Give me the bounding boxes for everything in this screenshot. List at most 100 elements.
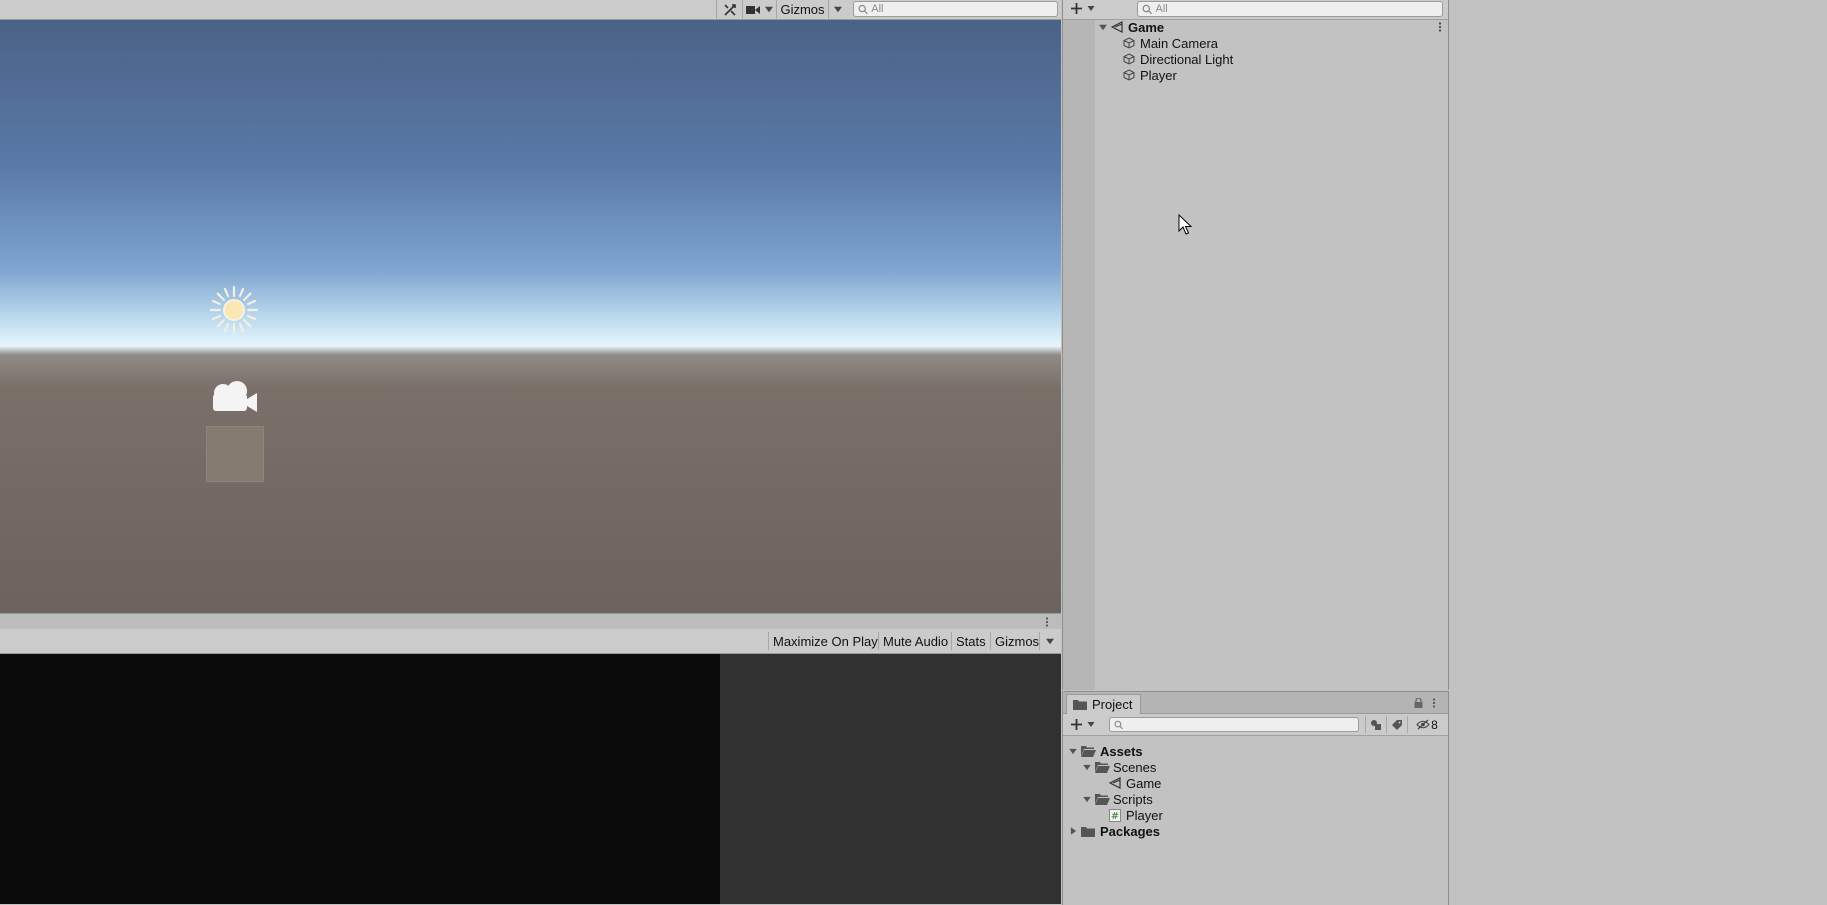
tree-label-scenes: Scenes [1113, 759, 1157, 775]
foldout-expanded-icon[interactable] [1099, 24, 1107, 30]
camera-icon [745, 5, 760, 14]
maximize-on-play-label: Maximize On Play [773, 633, 878, 649]
hierarchy-item-label: Main Camera [1140, 35, 1219, 51]
mute-audio-label: Mute Audio [883, 633, 949, 649]
project-tree-item-scene-game[interactable]: Game [1109, 775, 1161, 791]
kebab-menu-icon[interactable] [1438, 22, 1442, 32]
gameobject-cube-icon [1123, 37, 1135, 49]
hierarchy-search-field[interactable] [1137, 1, 1443, 17]
chevron-down-icon [1087, 722, 1095, 727]
sun-gizmo-icon[interactable] [209, 285, 259, 335]
project-search-field[interactable] [1109, 717, 1359, 732]
player-object[interactable] [206, 426, 264, 482]
search-by-label-button[interactable] [1386, 716, 1407, 733]
lock-icon[interactable] [1414, 698, 1423, 708]
game-gizmos-label: Gizmos [995, 633, 1040, 649]
foldout-expanded-icon[interactable] [1069, 748, 1077, 754]
project-tree-item-packages[interactable]: Packages [1070, 823, 1160, 839]
foldout-expanded-icon[interactable] [1083, 764, 1091, 770]
game-toolbar: Maximize On Play Mute Audio Stats Gizmos [0, 629, 1061, 654]
camera-settings-button[interactable] [742, 0, 776, 19]
foldout-expanded-icon[interactable] [1083, 796, 1091, 802]
project-toolbar: 8 [1063, 714, 1448, 736]
scene-footer [0, 613, 1061, 629]
mute-audio-button[interactable]: Mute Audio [878, 632, 952, 650]
hierarchy-panel: Game Main Camera Directional Light Playe… [1062, 0, 1449, 690]
stats-label: Stats [956, 633, 986, 649]
project-search-input[interactable] [1123, 718, 1358, 731]
folder-open-icon [1081, 746, 1096, 757]
project-panel: Project 8 Assets Scenes Game Scripts # P… [1062, 691, 1449, 905]
gameobject-cube-icon [1123, 69, 1135, 81]
chevron-down-icon [764, 6, 773, 13]
eye-hidden-icon [1416, 719, 1430, 730]
scene-gizmos-label: Gizmos [780, 2, 825, 17]
folder-icon [1081, 826, 1095, 837]
hidden-packages-count: 8 [1431, 717, 1438, 732]
chevron-down-icon [1046, 638, 1054, 644]
search-icon [1114, 720, 1124, 729]
game-gizmos-button[interactable]: Gizmos [990, 632, 1043, 650]
scene-gizmos-dropdown[interactable] [828, 0, 846, 19]
kebab-menu-icon[interactable] [1045, 617, 1049, 627]
folder-icon [1073, 700, 1087, 710]
foldout-collapsed-icon[interactable] [1070, 827, 1077, 835]
hierarchy-gutter [1063, 20, 1095, 690]
scene-icon [1111, 21, 1123, 33]
hierarchy-scene-row[interactable]: Game [1098, 19, 1446, 35]
chevron-down-icon [1087, 6, 1095, 11]
tree-label-scripts: Scripts [1113, 791, 1153, 807]
scene-gizmos-button[interactable]: Gizmos [776, 0, 828, 19]
hidden-packages-button[interactable]: 8 [1407, 716, 1446, 733]
scene-icon [1109, 777, 1121, 789]
stats-button[interactable]: Stats [951, 632, 990, 650]
script-icon: # [1109, 808, 1121, 822]
project-tab[interactable]: Project [1066, 694, 1142, 714]
project-add-button[interactable] [1070, 718, 1096, 731]
tag-icon [1392, 719, 1402, 730]
maximize-on-play-button[interactable]: Maximize On Play [768, 632, 882, 650]
scene-search-field[interactable] [853, 1, 1058, 17]
search-icon [858, 4, 868, 14]
tree-label-packages: Packages [1100, 823, 1160, 839]
hierarchy-search-input[interactable] [1152, 3, 1442, 15]
chevron-down-icon [833, 6, 842, 13]
project-tree-item-assets[interactable]: Assets [1068, 743, 1143, 759]
svg-text:#: # [1111, 811, 1119, 822]
hierarchy-item-label: Directional Light [1140, 51, 1234, 67]
tree-label-script-player: Player [1126, 807, 1163, 823]
tools-icon [723, 3, 736, 16]
scene-name: Game [1128, 19, 1165, 35]
scene-viewport[interactable] [0, 20, 1061, 613]
game-render-area[interactable] [0, 654, 720, 904]
project-tabbar: Project [1063, 692, 1448, 714]
tree-label-assets: Assets [1100, 743, 1143, 759]
hierarchy-item[interactable]: Player [1123, 67, 1177, 83]
scene-search-input[interactable] [868, 3, 1057, 15]
game-gizmos-dropdown[interactable] [1039, 632, 1060, 650]
plus-icon [1071, 719, 1082, 730]
kebab-menu-icon[interactable] [1432, 698, 1436, 708]
scene-toolbar: Gizmos [0, 0, 1061, 20]
tree-label-scene-game: Game [1126, 775, 1162, 791]
mouse-cursor-icon [1178, 214, 1192, 235]
project-tree-item-scripts[interactable]: Scripts [1082, 791, 1153, 807]
project-tree-item-scenes[interactable]: Scenes [1082, 759, 1156, 775]
project-tree-item-script-player[interactable]: # Player [1109, 807, 1163, 823]
filter-type-icon [1371, 719, 1381, 730]
search-by-type-button[interactable] [1365, 716, 1386, 733]
tools-toggle-button[interactable] [716, 0, 742, 19]
folder-open-icon [1095, 794, 1110, 805]
folder-open-icon [1095, 762, 1110, 773]
hierarchy-item[interactable]: Directional Light [1123, 51, 1233, 67]
gameobject-cube-icon [1123, 53, 1135, 65]
search-icon [1142, 4, 1152, 14]
hierarchy-add-button[interactable] [1070, 2, 1096, 15]
plus-icon [1071, 3, 1082, 14]
camera-gizmo-icon[interactable] [211, 380, 259, 414]
hierarchy-item-label: Player [1140, 67, 1177, 83]
project-tab-label: Project [1092, 697, 1133, 712]
game-render-letterbox [720, 654, 1061, 904]
hierarchy-toolbar [1063, 0, 1448, 20]
hierarchy-item[interactable]: Main Camera [1123, 35, 1218, 51]
